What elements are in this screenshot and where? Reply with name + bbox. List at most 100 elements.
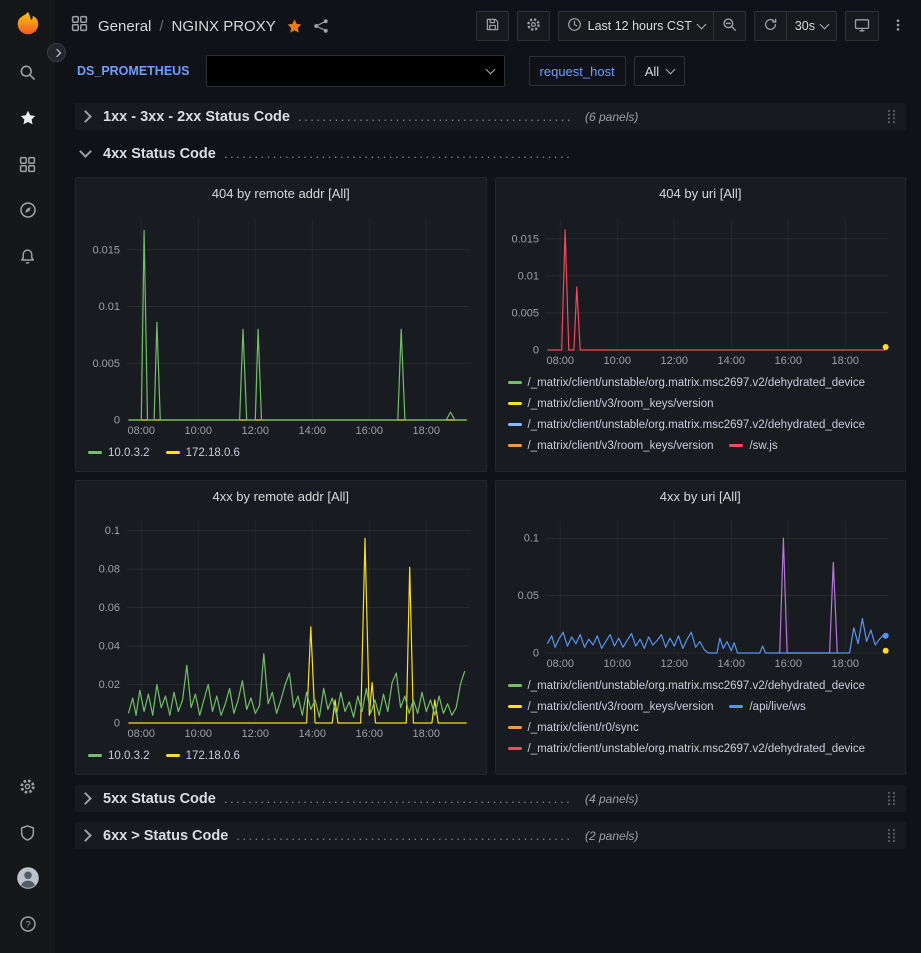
- chart-404-by-uri[interactable]: 00.0050.010.01508:0010:0012:0014:0016:00…: [500, 208, 900, 368]
- svg-text:0.015: 0.015: [92, 244, 120, 256]
- svg-text:14:00: 14:00: [718, 658, 746, 670]
- legend-item[interactable]: /_matrix/client/unstable/org.matrix.msc2…: [508, 739, 866, 758]
- time-range-button[interactable]: Last 12 hours CST: [558, 11, 714, 41]
- legend-item[interactable]: /sw.js: [729, 436, 777, 455]
- svg-text:0: 0: [114, 718, 120, 730]
- legend-label: 172.18.0.6: [186, 447, 240, 459]
- svg-text:0.1: 0.1: [524, 533, 539, 545]
- clock-icon: [567, 17, 582, 35]
- sidebar-expand-button[interactable]: [47, 43, 66, 62]
- legend-swatch-icon: [508, 381, 522, 384]
- legend-swatch-icon: [88, 451, 102, 454]
- svg-text:10:00: 10:00: [184, 425, 212, 437]
- drag-handle-icon[interactable]: [887, 791, 896, 806]
- svg-text:0.06: 0.06: [98, 602, 119, 614]
- svg-text:12:00: 12:00: [241, 728, 269, 740]
- svg-text:14:00: 14:00: [298, 425, 326, 437]
- chevron-down-icon: [79, 145, 92, 158]
- legend-item[interactable]: 172.18.0.6: [166, 443, 240, 462]
- drag-handle-icon[interactable]: [887, 828, 896, 843]
- zoom-out-button[interactable]: [714, 11, 746, 41]
- star-icon: [19, 109, 37, 127]
- gear-icon: [19, 778, 36, 795]
- panel-title[interactable]: 404 by remote addr [All]: [76, 178, 486, 208]
- legend-item[interactable]: /_matrix/client/v3/room_keys/version: [508, 436, 714, 455]
- row-header-1xx-3xx-2xx[interactable]: 1xx - 3xx - 2xx Status Code (6 panels): [75, 103, 906, 130]
- chart-4xx-by-uri[interactable]: 00.050.108:0010:0012:0014:0016:0018:00: [500, 511, 900, 671]
- cycle-view-button[interactable]: [845, 11, 879, 41]
- panel-title[interactable]: 4xx by remote addr [All]: [76, 481, 486, 511]
- legend-label: /_matrix/client/v3/room_keys/version: [528, 398, 714, 410]
- legend-item[interactable]: 10.0.3.2: [88, 443, 150, 462]
- refresh-button[interactable]: [754, 11, 787, 41]
- request-host-variable-select[interactable]: All: [634, 56, 685, 86]
- panel-title[interactable]: 4xx by uri [All]: [496, 481, 906, 511]
- sidebar-item-server-admin[interactable]: [0, 809, 55, 855]
- legend-item[interactable]: 10.0.3.2: [88, 746, 150, 765]
- save-dashboard-button[interactable]: [476, 11, 509, 41]
- variables-bar: DS_PROMETHEUS request_host All: [55, 52, 921, 95]
- svg-text:0.01: 0.01: [518, 270, 539, 282]
- legend-swatch-icon: [729, 705, 743, 708]
- chevron-right-icon: [79, 110, 92, 123]
- legend-item[interactable]: /api/live/ws: [729, 697, 805, 716]
- series-point: [883, 648, 889, 654]
- row-title: 4xx Status Code: [103, 146, 216, 162]
- datasource-variable-label[interactable]: DS_PROMETHEUS: [73, 64, 198, 78]
- grafana-logo[interactable]: [14, 0, 42, 49]
- favorite-star-icon[interactable]: [286, 18, 303, 35]
- breadcrumb-section[interactable]: General: [98, 18, 151, 35]
- svg-text:16:00: 16:00: [355, 425, 383, 437]
- row-header-5xx[interactable]: 5xx Status Code (4 panels): [75, 785, 906, 812]
- chart-404-by-remote-addr[interactable]: 00.0050.010.01508:0010:0012:0014:0016:00…: [81, 208, 481, 438]
- legend-item[interactable]: /_matrix/client/v3/room_keys/version: [508, 697, 714, 716]
- breadcrumb-separator: /: [159, 18, 163, 35]
- panel-title[interactable]: 404 by uri [All]: [496, 178, 906, 208]
- chevron-down-icon: [696, 20, 706, 30]
- legend-item[interactable]: /_matrix/client/unstable/org.matrix.msc2…: [508, 415, 866, 434]
- request-host-variable-label[interactable]: request_host: [529, 56, 626, 86]
- sidebar-item-starred[interactable]: [0, 95, 55, 141]
- drag-handle-icon[interactable]: [887, 109, 896, 124]
- legend-item[interactable]: /_matrix/client/unstable/org.matrix.msc2…: [508, 373, 866, 392]
- sidebar-item-help[interactable]: ?: [0, 901, 55, 947]
- kebab-menu-icon: [891, 17, 905, 36]
- kebab-menu-button[interactable]: [887, 11, 909, 41]
- legend-swatch-icon: [508, 684, 522, 687]
- legend-item[interactable]: 172.18.0.6: [166, 746, 240, 765]
- legend-swatch-icon: [508, 444, 522, 447]
- chart-4xx-by-remote-addr[interactable]: 00.020.040.060.080.108:0010:0012:0014:00…: [81, 511, 481, 741]
- sidebar-item-explore[interactable]: [0, 187, 55, 233]
- svg-text:10:00: 10:00: [604, 355, 632, 367]
- sidebar-item-alerting[interactable]: [0, 233, 55, 279]
- sidebar-item-profile[interactable]: [0, 855, 55, 901]
- svg-text:0.015: 0.015: [512, 233, 540, 245]
- legend-item[interactable]: /_matrix/client/r0/sync: [508, 718, 639, 737]
- svg-text:0.02: 0.02: [98, 679, 119, 691]
- svg-text:12:00: 12:00: [241, 425, 269, 437]
- row-header-6xx[interactable]: 6xx > Status Code (2 panels): [75, 822, 906, 849]
- legend-item[interactable]: /_matrix/client/unstable/org.matrix.msc2…: [508, 676, 866, 695]
- sidebar-item-configuration[interactable]: [0, 763, 55, 809]
- row-header-4xx[interactable]: 4xx Status Code: [75, 140, 906, 167]
- svg-text:18:00: 18:00: [832, 355, 860, 367]
- row-title-wrap: 1xx - 3xx - 2xx Status Code: [103, 109, 571, 125]
- bell-icon: [19, 248, 36, 265]
- svg-text:0.05: 0.05: [518, 590, 539, 602]
- series-line: [128, 654, 464, 718]
- legend: /_matrix/client/unstable/org.matrix.msc2…: [496, 671, 906, 774]
- page-title: NGINX PROXY: [172, 18, 276, 35]
- datasource-variable-select[interactable]: [206, 55, 505, 87]
- svg-text:0: 0: [114, 415, 120, 427]
- dashboard-scroll-area: 1xx - 3xx - 2xx Status Code (6 panels) 4…: [55, 95, 921, 953]
- legend-swatch-icon: [88, 754, 102, 757]
- legend: 10.0.3.2 172.18.0.6: [76, 438, 486, 471]
- legend-label: /sw.js: [749, 440, 777, 452]
- legend-item[interactable]: /_matrix/client/v3/room_keys/version: [508, 394, 714, 413]
- refresh-interval-button[interactable]: 30s: [787, 11, 837, 41]
- share-icon[interactable]: [313, 18, 329, 34]
- sidebar-item-dashboards[interactable]: [0, 141, 55, 187]
- dashboard-settings-button[interactable]: [517, 11, 550, 41]
- svg-text:18:00: 18:00: [412, 425, 440, 437]
- time-range-label: Last 12 hours CST: [588, 19, 692, 33]
